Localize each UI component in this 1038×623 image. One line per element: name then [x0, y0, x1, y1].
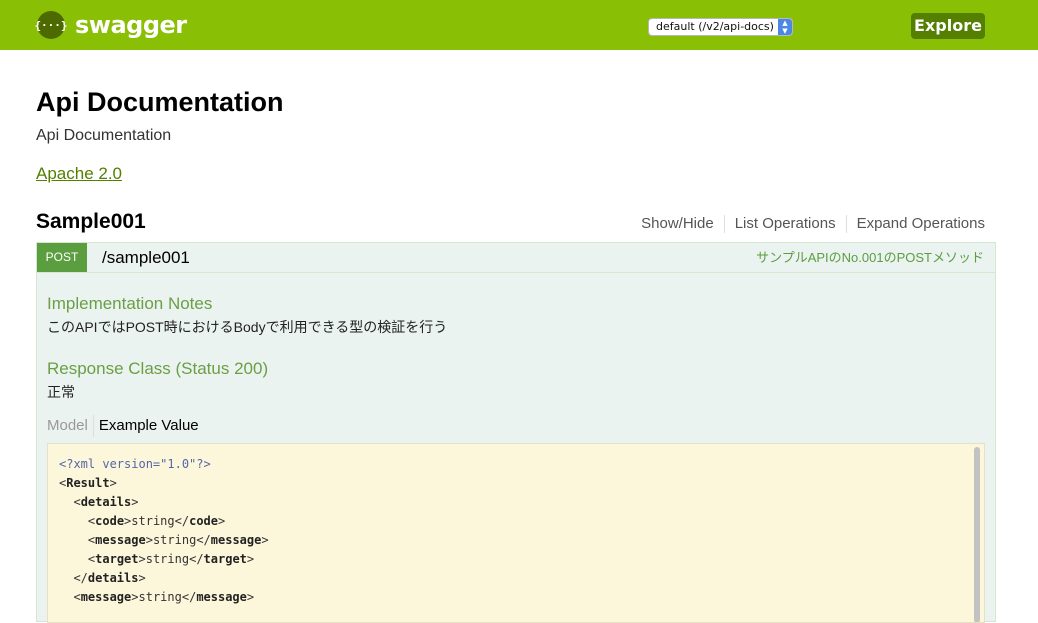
action-divider — [723, 215, 725, 233]
api-definition-select-value: default (/v2/api-docs) — [656, 20, 774, 33]
example-value-code-box[interactable]: <?xml version="1.0"?> <Result> <details>… — [47, 443, 985, 623]
select-arrows-icon: ▲ ▼ — [778, 19, 792, 35]
tab-example-value[interactable]: Example Value — [99, 416, 199, 436]
xml-line: <details> — [73, 495, 139, 509]
implementation-notes-text: このAPIではPOST時におけるBodyで利用できる型の検証を行う — [47, 319, 448, 335]
xml-line: </details> — [73, 571, 146, 585]
swagger-logo[interactable]: {···} swagger — [34, 11, 187, 39]
swagger-logo-icon: {···} — [34, 11, 68, 39]
xml-line: <target>string</target> — [87, 552, 255, 566]
swagger-logo-text: swagger — [75, 11, 187, 39]
top-bar: {···} swagger default (/v2/api-docs) ▲ ▼ … — [0, 0, 1038, 50]
tab-divider — [92, 415, 94, 437]
resource-title[interactable]: Sample001 — [36, 209, 146, 235]
response-class-heading: Response Class (Status 200) — [47, 359, 269, 378]
show-hide-link[interactable]: Show/Hide — [641, 214, 714, 234]
operation-heading[interactable]: POST /sample001 サンプルAPIのNo.001のPOSTメソッド — [37, 243, 995, 273]
implementation-notes-heading: Implementation Notes — [47, 294, 213, 313]
action-divider — [845, 215, 847, 233]
tab-model[interactable]: Model — [47, 416, 88, 436]
list-operations-link[interactable]: List Operations — [735, 214, 836, 234]
xml-line: <code>string</code> — [87, 514, 226, 528]
response-class-text: 正常 — [47, 384, 75, 400]
operation-summary[interactable]: サンプルAPIのNo.001のPOSTメソッド — [756, 249, 984, 267]
code-scrollbar[interactable] — [972, 447, 982, 622]
operation-path[interactable]: /sample001 — [102, 247, 190, 269]
expand-operations-link[interactable]: Expand Operations — [857, 214, 985, 234]
api-definition-select[interactable]: default (/v2/api-docs) ▲ ▼ — [648, 18, 793, 36]
page-description: Api Documentation — [36, 127, 172, 144]
xml-line: <message>string</message> — [87, 533, 269, 547]
xml-line: <message>string</message> — [73, 590, 255, 604]
xml-declaration: <?xml version="1.0"?> — [59, 457, 211, 471]
license-link[interactable]: Apache 2.0 — [36, 164, 122, 184]
xml-line: <Result> — [59, 476, 117, 490]
page-title: Api Documentation — [36, 87, 284, 117]
model-signature-tabs: Model Example Value — [47, 415, 199, 437]
example-value-code: <?xml version="1.0"?> <Result> <details>… — [59, 455, 269, 607]
code-scrollbar-thumb[interactable] — [974, 447, 980, 622]
http-method-badge[interactable]: POST — [37, 243, 87, 272]
explore-button[interactable]: Explore — [911, 13, 985, 39]
operation-post-sample001: POST /sample001 サンプルAPIのNo.001のPOSTメソッド … — [36, 242, 996, 623]
resource-actions: Show/Hide List Operations Expand Operati… — [641, 214, 985, 234]
